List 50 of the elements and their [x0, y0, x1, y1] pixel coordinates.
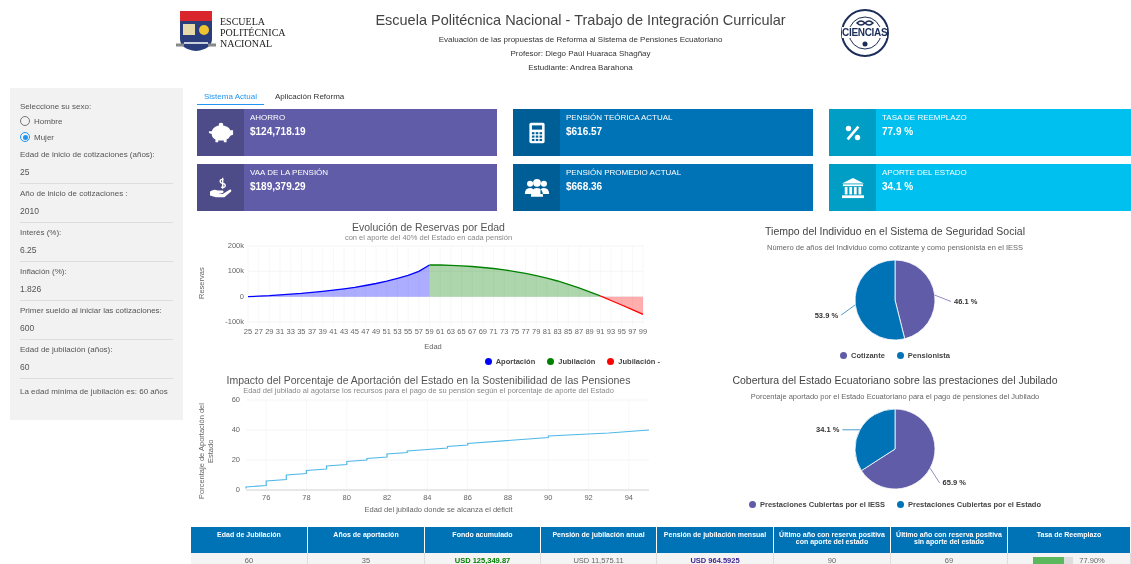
field-label: Seleccione su sexo:	[20, 102, 93, 111]
logo-text: NACIONAL	[220, 38, 274, 49]
card-title: VAA DE LA PENSIÓN	[250, 168, 329, 177]
card-title: PENSIÓN PROMEDIO ACTUAL	[566, 168, 682, 177]
card-value: $124,718.19	[250, 126, 306, 137]
logo-text: ESCUELA	[220, 16, 266, 27]
input-field[interactable]: 60	[20, 356, 173, 379]
professor-text: Profesor: Diego Paúl Huaraca Shagñay	[510, 48, 651, 60]
card-title: APORTE DEL ESTADO	[882, 168, 967, 177]
shield-logo-icon	[176, 9, 216, 53]
chart-title: Cobertura del Estado Ecuatoriano sobre las prestaciones del Jubilado	[732, 374, 1058, 386]
leader-line	[934, 294, 952, 302]
field-label: Edad de jubilación (años):	[20, 345, 114, 354]
page-subtitle: Evaluación de las propuestas de Reforma al Sistema de Pensiones Ecuatoriano	[438, 34, 723, 46]
bank-building-icon	[839, 176, 866, 199]
card-title: AHORRO	[250, 113, 287, 122]
field-label: Primer sueldo al iniciar las cotizaciones:	[20, 306, 163, 315]
input-field[interactable]: 1.826	[20, 278, 173, 301]
hand-with-dollar-icon	[207, 176, 234, 199]
chart-title: Tiempo del Individuo en el Sistema de Seguridad Social	[765, 225, 1025, 237]
piggy-bank-icon	[207, 121, 234, 144]
field-label: Interés (%):	[20, 228, 63, 237]
student-text: Estudiante: Andrea Barahona	[528, 62, 633, 74]
radio-option[interactable]: Hombre	[20, 116, 173, 126]
card-value: $189,379.29	[250, 181, 307, 192]
field-label: Año de inicio de cotizaciones :	[20, 189, 129, 198]
faculty-logo: CIENCIAS	[840, 8, 890, 58]
people-icon	[523, 176, 550, 199]
chart-title: Impacto del Porcentaje de Aportación del Estado en la Sostenibilidad de las Pensiones	[226, 374, 631, 386]
chart-title: Evolución de Reservas por Edad	[352, 221, 505, 233]
leader-line	[842, 429, 861, 431]
input-field[interactable]: 6.25	[20, 239, 173, 262]
card-value: 34.1 %	[882, 181, 915, 192]
card-value: 77.9 %	[882, 126, 915, 137]
leader-line	[840, 304, 856, 316]
logo-text: POLITÉCNICA	[220, 27, 286, 38]
input-field[interactable]: 2010	[20, 200, 173, 223]
card-value: $668.36	[566, 181, 604, 192]
leader-line	[929, 467, 940, 484]
page-title: Escuela Politécnica Nacional - Trabajo de Integración Curricular	[375, 12, 786, 28]
field-label: Edad de inicio de cotizaciones (años):	[20, 150, 156, 159]
tab[interactable]: Aplicación Reforma	[267, 89, 352, 105]
radio-option[interactable]: Mujer	[20, 132, 173, 142]
field-label: Inflación (%):	[20, 267, 68, 276]
card-title: TASA DE REEMPLAZO	[882, 113, 967, 122]
card-title: PENSIÓN TEÓRICA ACTUAL	[566, 113, 673, 122]
input-field[interactable]: 600	[20, 317, 173, 340]
card-value: $616.57	[566, 126, 604, 137]
note-text: La edad mínima de jubilación es: 60 años	[20, 387, 169, 396]
input-field[interactable]: 25	[20, 161, 173, 184]
